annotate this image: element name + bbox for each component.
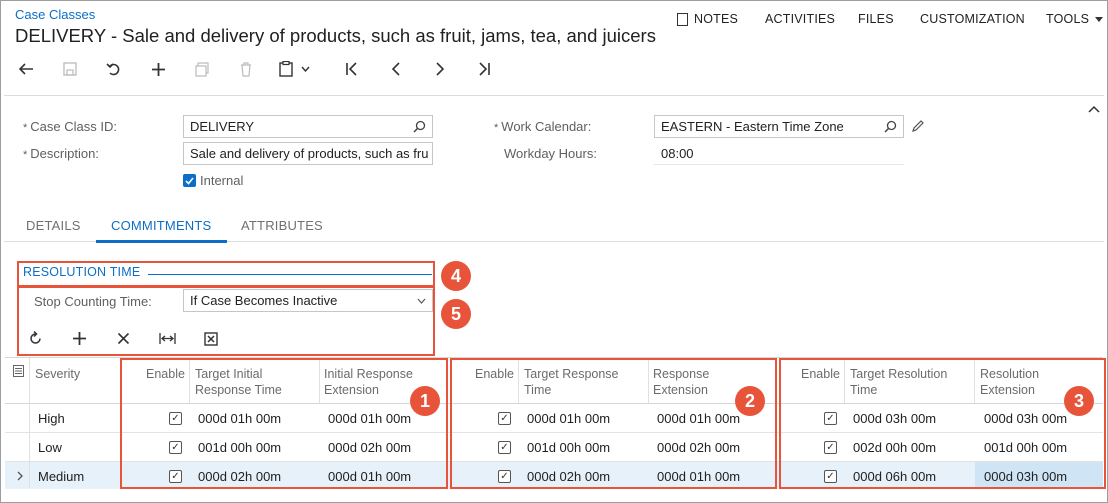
callout-box-1 (120, 358, 448, 489)
tab-commitments[interactable]: COMMITMENTS (111, 218, 211, 233)
tab-attributes[interactable]: ATTRIBUTES (241, 218, 323, 233)
tools-button[interactable]: TOOLS (1046, 12, 1104, 26)
callout-box-3 (779, 358, 1106, 489)
notes-button[interactable]: NOTES (677, 12, 738, 26)
save-icon[interactable] (59, 58, 81, 80)
undo-icon[interactable] (103, 58, 125, 80)
callout-badge-4: 4 (441, 261, 471, 291)
work-calendar-field[interactable]: EASTERN - Eastern Time Zone (654, 115, 904, 138)
notes-label: NOTES (694, 12, 739, 26)
add-row-icon[interactable] (72, 331, 87, 349)
workday-hours-value: 08:00 (661, 146, 694, 161)
case-class-id-field[interactable]: DELIVERY (183, 115, 433, 138)
internal-checkbox[interactable]: Internal (183, 173, 243, 188)
severity-cell[interactable]: High (38, 411, 65, 426)
callout-box-4 (17, 261, 435, 287)
caret-down-icon (1095, 16, 1104, 22)
work-calendar-label: * Work Calendar: (494, 119, 592, 134)
case-class-id-label: * Case Class ID: (23, 119, 117, 134)
first-record-icon[interactable] (341, 58, 363, 80)
fit-columns-icon[interactable] (159, 332, 176, 348)
workday-hours-label: Workday Hours: (504, 146, 597, 161)
activities-button[interactable]: ACTIVITIES (765, 12, 835, 26)
customization-button[interactable]: CUSTOMIZATION (920, 12, 1025, 26)
collapse-icon[interactable] (1088, 101, 1100, 116)
clipboard-icon (279, 61, 293, 77)
callout-badge-2: 2 (735, 386, 765, 416)
tab-bar: DETAILS COMMITMENTS ATTRIBUTES (4, 204, 1104, 243)
note-icon (677, 12, 688, 26)
breadcrumb[interactable]: Case Classes (15, 7, 95, 22)
tools-label: TOOLS (1046, 12, 1090, 26)
add-icon[interactable] (147, 58, 169, 80)
tab-details[interactable]: DETAILS (26, 218, 81, 233)
delete-icon[interactable] (235, 58, 257, 80)
case-class-id-value: DELIVERY (190, 119, 255, 134)
severity-cell[interactable]: Low (38, 440, 62, 455)
chevron-down-icon (301, 66, 310, 72)
files-button[interactable]: FILES (858, 12, 894, 26)
delete-row-icon[interactable] (117, 332, 130, 348)
page-title: DELIVERY - Sale and delivery of products… (15, 25, 656, 46)
workday-hours-underline (654, 164, 904, 165)
previous-record-icon[interactable] (385, 58, 407, 80)
work-calendar-value: EASTERN - Eastern Time Zone (661, 119, 844, 134)
description-field[interactable]: Sale and delivery of products, such as f… (183, 142, 433, 165)
edit-pencil-icon[interactable] (911, 119, 925, 136)
back-icon[interactable] (15, 58, 37, 80)
active-tab-indicator (96, 240, 227, 243)
row-settings-icon[interactable] (13, 365, 24, 380)
clipboard-menu-button[interactable] (279, 58, 321, 80)
chevron-down-icon (417, 298, 426, 304)
internal-label: Internal (200, 173, 244, 188)
severity-cell[interactable]: Medium (38, 469, 84, 484)
callout-box-2 (450, 358, 777, 489)
search-icon[interactable] (884, 120, 897, 133)
stop-counting-select[interactable]: If Case Becomes Inactive (183, 289, 433, 312)
callout-badge-1: 1 (410, 386, 440, 416)
column-separator (29, 358, 30, 488)
description-label: * Description: (23, 146, 99, 161)
checkbox-checked-icon (183, 174, 196, 187)
export-excel-icon[interactable] (204, 332, 218, 349)
callout-badge-5: 5 (441, 299, 471, 329)
callout-badge-3: 3 (1064, 386, 1094, 416)
last-record-icon[interactable] (473, 58, 495, 80)
row-selector-icon[interactable] (17, 469, 24, 484)
search-icon[interactable] (413, 120, 426, 133)
refresh-icon[interactable] (28, 330, 43, 349)
stop-counting-value: If Case Becomes Inactive (190, 293, 338, 308)
copy-paste-icon[interactable] (191, 58, 213, 80)
column-header-severity[interactable]: Severity (35, 366, 80, 382)
next-record-icon[interactable] (429, 58, 451, 80)
stop-counting-label: Stop Counting Time: (34, 294, 152, 309)
